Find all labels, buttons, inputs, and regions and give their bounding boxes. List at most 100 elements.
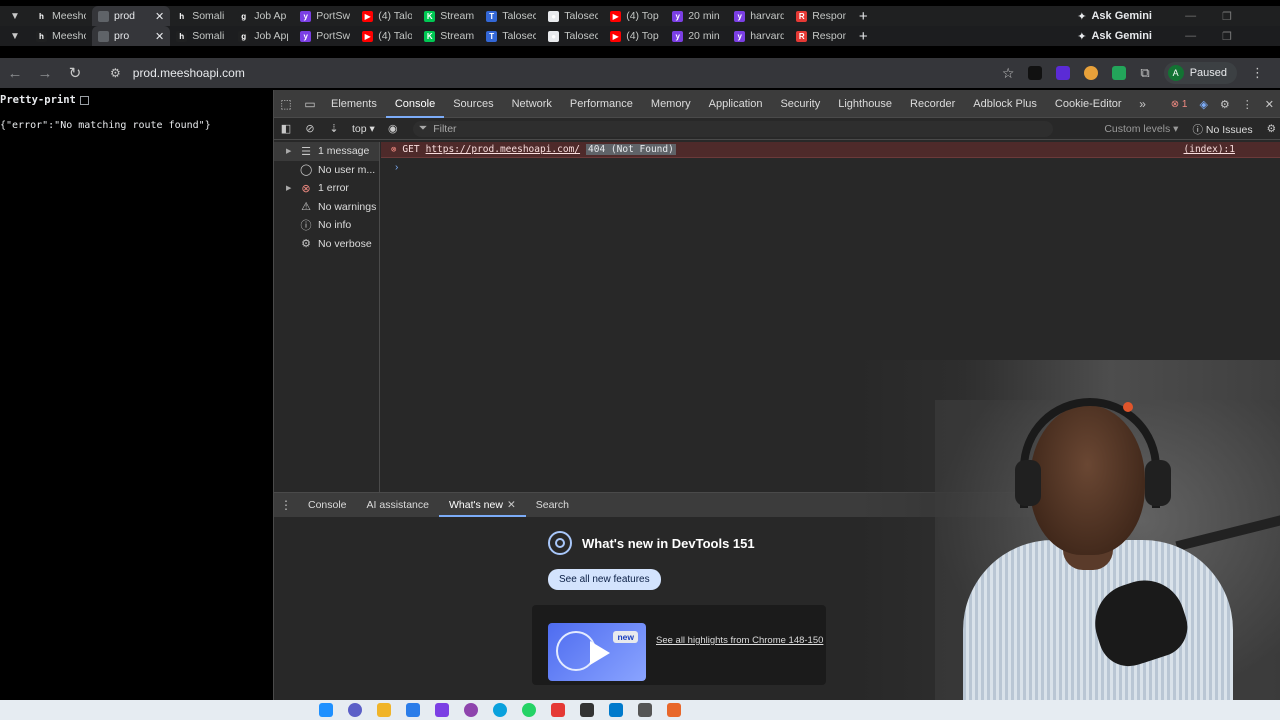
devtools-tab-adblock-plus[interactable]: Adblock Plus xyxy=(964,90,1046,118)
extension-icon[interactable] xyxy=(1028,66,1043,80)
address-bar[interactable]: ⚙ prod.meeshoapi.com xyxy=(100,61,1000,85)
restore-icon[interactable]: ❐ xyxy=(1222,30,1232,43)
devtools-tab-sources[interactable]: Sources xyxy=(444,90,502,118)
sidebar-filter-item[interactable]: ⚙ No verbose xyxy=(274,235,379,254)
ask-gemini-button[interactable]: ✦ Ask Gemini xyxy=(1077,26,1152,46)
error-message-row[interactable]: ⊗ GET https://prod.meeshoapi.com/ 404 (N… xyxy=(381,142,1280,158)
sidebar-filter-item[interactable]: ⚠ No warnings xyxy=(274,198,379,217)
settings-gear-icon[interactable]: ⚙ xyxy=(1220,98,1230,111)
ask-gemini-button[interactable]: ✦ Ask Gemini xyxy=(1077,6,1152,26)
app-icon[interactable] xyxy=(667,703,681,717)
ai-icon[interactable]: ◈ xyxy=(1199,98,1207,111)
extension-icon[interactable] xyxy=(1056,66,1071,80)
filter-input[interactable]: ⏷ Filter xyxy=(412,120,1053,137)
drawer-tab-ai-assistance[interactable]: AI assistance xyxy=(357,493,439,517)
request-url-link[interactable]: https://prod.meeshoapi.com/ xyxy=(426,144,580,155)
browser-tab[interactable]: ● Talosec xyxy=(542,6,604,26)
browser-tab[interactable]: ▶ (4) Talo xyxy=(356,26,418,46)
browser-tab[interactable]: y harvard xyxy=(728,26,790,46)
file-explorer-icon[interactable] xyxy=(377,703,391,717)
devtools-tab-elements[interactable]: Elements xyxy=(322,90,386,118)
browser-tab[interactable]: y 20 min xyxy=(666,6,728,26)
context-selector[interactable]: top ▾ xyxy=(346,123,381,135)
browser-tab[interactable]: y 20 min xyxy=(666,26,728,46)
app-icon[interactable] xyxy=(638,703,652,717)
vscode-icon[interactable] xyxy=(609,703,623,717)
new-tab-button[interactable]: + xyxy=(852,8,874,25)
app-icon[interactable] xyxy=(406,703,420,717)
devtools-tab-recorder[interactable]: Recorder xyxy=(901,90,964,118)
app-icon[interactable] xyxy=(435,703,449,717)
browser-tab[interactable]: h Meesho xyxy=(30,6,92,26)
browser-tab[interactable]: g Job App xyxy=(232,26,294,46)
browser-tab[interactable]: y harvard xyxy=(728,6,790,26)
browser-tab[interactable]: ▶ (4) Top xyxy=(604,26,666,46)
tab-search-button[interactable]: ▼ xyxy=(0,6,30,26)
browser-tab[interactable]: K Stream xyxy=(418,6,480,26)
browser-tab[interactable]: ● Talosec xyxy=(542,26,604,46)
sidebar-filter-item[interactable]: ⓘ No info xyxy=(274,216,379,235)
device-toolbar-icon[interactable]: ▭ xyxy=(298,97,322,111)
close-tab-icon[interactable]: ✕ xyxy=(155,30,164,43)
menu-kebab-icon[interactable]: ⋮ xyxy=(1251,65,1264,81)
browser-tab[interactable]: T Talosec xyxy=(480,26,542,46)
sidebar-toggle-icon[interactable]: ◧ xyxy=(274,122,298,135)
drawer-tab-what-s-new[interactable]: What's new ✕ xyxy=(438,493,526,517)
source-link[interactable]: (index):1 xyxy=(1184,144,1235,155)
edge-icon[interactable] xyxy=(493,703,507,717)
close-tab-icon[interactable]: ✕ xyxy=(507,499,516,511)
inspect-element-icon[interactable]: ⬚ xyxy=(274,97,298,111)
extensions-puzzle-icon[interactable]: ⧉ xyxy=(1140,65,1149,81)
bookmark-star-icon[interactable]: ☆ xyxy=(1002,65,1015,82)
highlights-link[interactable]: See all highlights from Chrome 148-150 xyxy=(656,635,823,646)
console-settings-icon[interactable]: ⚙ xyxy=(1267,123,1276,135)
browser-tab[interactable]: h Somali xyxy=(170,6,232,26)
sidebar-filter-item[interactable]: ▶ ⊗ 1 error xyxy=(274,179,379,198)
drawer-menu-icon[interactable]: ⋮ xyxy=(274,498,298,512)
more-tabs-icon[interactable]: » xyxy=(1131,97,1155,111)
browser-tab[interactable]: ▶ (4) Talo xyxy=(356,6,418,26)
app-icon[interactable] xyxy=(464,703,478,717)
profile-button[interactable]: A Paused xyxy=(1163,62,1237,84)
forward-icon[interactable]: → xyxy=(30,65,60,82)
browser-tab[interactable]: prod ✕ xyxy=(92,6,171,26)
devtools-tab-security[interactable]: Security xyxy=(771,90,829,118)
whatsapp-icon[interactable] xyxy=(522,703,536,717)
browser-tab[interactable]: T Talosec xyxy=(480,6,542,26)
clear-console-icon[interactable]: ⊘ xyxy=(298,122,322,135)
minimize-icon[interactable]: — xyxy=(1185,10,1196,22)
drawer-tab-search[interactable]: Search xyxy=(526,493,579,517)
pretty-print-checkbox[interactable] xyxy=(79,95,89,105)
reload-icon[interactable]: ↻ xyxy=(60,64,90,82)
extension-icon[interactable] xyxy=(1084,66,1099,80)
video-thumbnail[interactable]: new xyxy=(548,623,646,681)
browser-tab[interactable]: g Job Ap xyxy=(232,6,294,26)
download-icon[interactable]: ⇣ xyxy=(322,122,346,135)
pretty-print-toggle[interactable]: Pretty-print xyxy=(0,94,89,106)
browser-tab[interactable]: K Stream xyxy=(418,26,480,46)
browser-tab[interactable]: y PortSw xyxy=(294,26,356,46)
browser-tab[interactable]: R Respon xyxy=(790,26,852,46)
browser-tab[interactable]: h Meesho xyxy=(30,26,92,46)
devtools-tab-console[interactable]: Console xyxy=(385,90,445,118)
devtools-tab-memory[interactable]: Memory xyxy=(642,90,700,118)
devtools-menu-icon[interactable]: ⋮ xyxy=(1242,98,1253,111)
back-icon[interactable]: ← xyxy=(0,65,30,82)
issues-button[interactable]: ⓘ No Issues xyxy=(1192,122,1252,137)
devtools-tab-application[interactable]: Application xyxy=(700,90,772,118)
sidebar-filter-item[interactable]: ▶ ☰ 1 message xyxy=(274,142,379,161)
log-levels-dropdown[interactable]: Custom levels ▾ xyxy=(1104,123,1178,135)
eye-icon[interactable]: ◉ xyxy=(381,122,405,135)
site-info-icon[interactable]: ⚙ xyxy=(110,66,121,80)
browser-tab[interactable]: h Somali xyxy=(170,26,232,46)
windows-start-icon[interactable] xyxy=(319,703,333,717)
tab-search-button[interactable]: ▼ xyxy=(0,26,30,46)
close-devtools-icon[interactable]: ✕ xyxy=(1265,98,1274,111)
new-tab-button[interactable]: + xyxy=(852,28,874,45)
browser-tab[interactable]: R Respon xyxy=(790,6,852,26)
see-all-features-button[interactable]: See all new features xyxy=(548,569,661,590)
devtools-tab-cookie-editor[interactable]: Cookie-Editor xyxy=(1046,90,1131,118)
sidebar-filter-item[interactable]: ◯ No user m... xyxy=(274,161,379,180)
devtools-tab-network[interactable]: Network xyxy=(503,90,561,118)
restore-icon[interactable]: ❐ xyxy=(1222,10,1232,23)
